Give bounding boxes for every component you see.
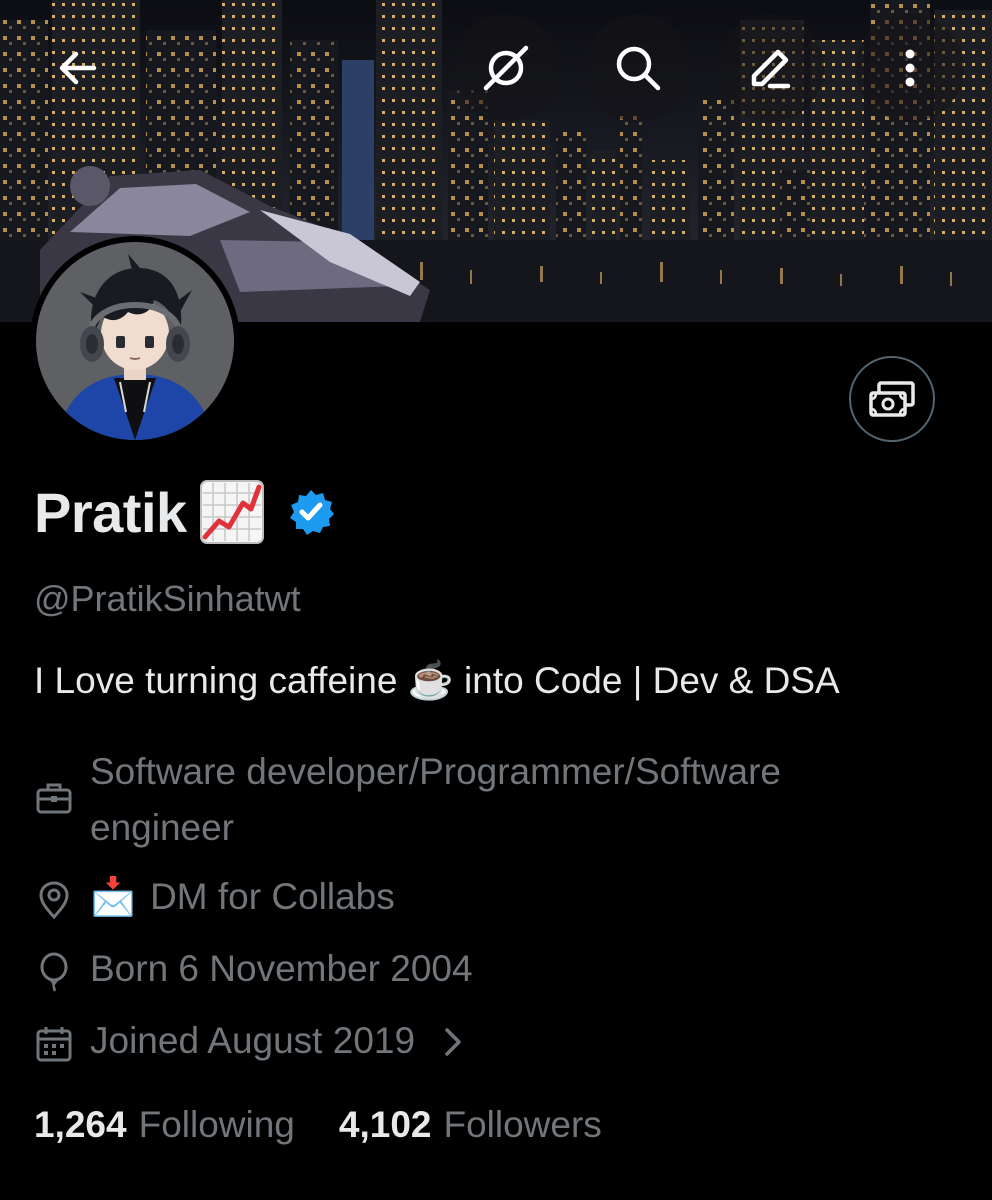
location-emoji: 📩: [90, 876, 137, 917]
birthday-row: Born 6 November 2004: [34, 948, 473, 992]
followers-count: 4,102: [338, 1104, 432, 1145]
avatar[interactable]: [30, 236, 240, 446]
location-pin-icon: [39, 881, 69, 920]
followers-label: Followers: [443, 1104, 602, 1145]
search-icon: [616, 46, 661, 91]
back-button[interactable]: [24, 14, 132, 122]
profession-text: Software developer/Programmer/Software e…: [90, 751, 781, 848]
joined-row[interactable]: Joined August 2019: [34, 1020, 467, 1064]
back-arrow-icon: [59, 51, 97, 85]
more-options-button[interactable]: [856, 14, 964, 122]
followers-link[interactable]: 4,102 Followers: [339, 1104, 602, 1146]
balloon-icon: [40, 952, 68, 992]
verified-badge-icon[interactable]: [287, 488, 335, 536]
subscriptions-button[interactable]: [849, 356, 935, 442]
calendar-icon: [36, 1027, 72, 1062]
joined-text: Joined August 2019: [90, 1020, 416, 1061]
location-row: 📩 DM for Collabs: [34, 876, 395, 920]
search-button[interactable]: [584, 14, 692, 122]
profession-row: Software developer/Programmer/Software e…: [34, 748, 934, 856]
edit-button[interactable]: [716, 14, 824, 122]
birthday-text: Born 6 November 2004: [90, 948, 473, 989]
user-handle: @PratikSinhatwt: [34, 578, 301, 619]
edit-icon: [751, 49, 791, 89]
chevron-right-icon: [445, 1028, 461, 1056]
briefcase-icon: [36, 783, 72, 814]
chart-increasing-emoji: [199, 480, 264, 544]
more-icon: [905, 49, 915, 87]
follow-stats: 1,264 Following 4,102 Followers: [34, 1104, 602, 1146]
display-name-row: Pratik: [34, 474, 335, 550]
following-count: 1,264: [34, 1104, 127, 1145]
money-icon: [869, 381, 915, 417]
avatar-image: [36, 242, 234, 440]
grok-button[interactable]: [452, 14, 560, 122]
display-name: Pratik: [34, 480, 187, 544]
bio-text: I Love turning caffeine ☕ into Code | De…: [34, 660, 840, 701]
location-text: DM for Collabs: [150, 876, 395, 917]
following-link[interactable]: 1,264 Following: [34, 1104, 295, 1146]
grok-icon: [483, 45, 529, 91]
following-label: Following: [138, 1104, 295, 1145]
